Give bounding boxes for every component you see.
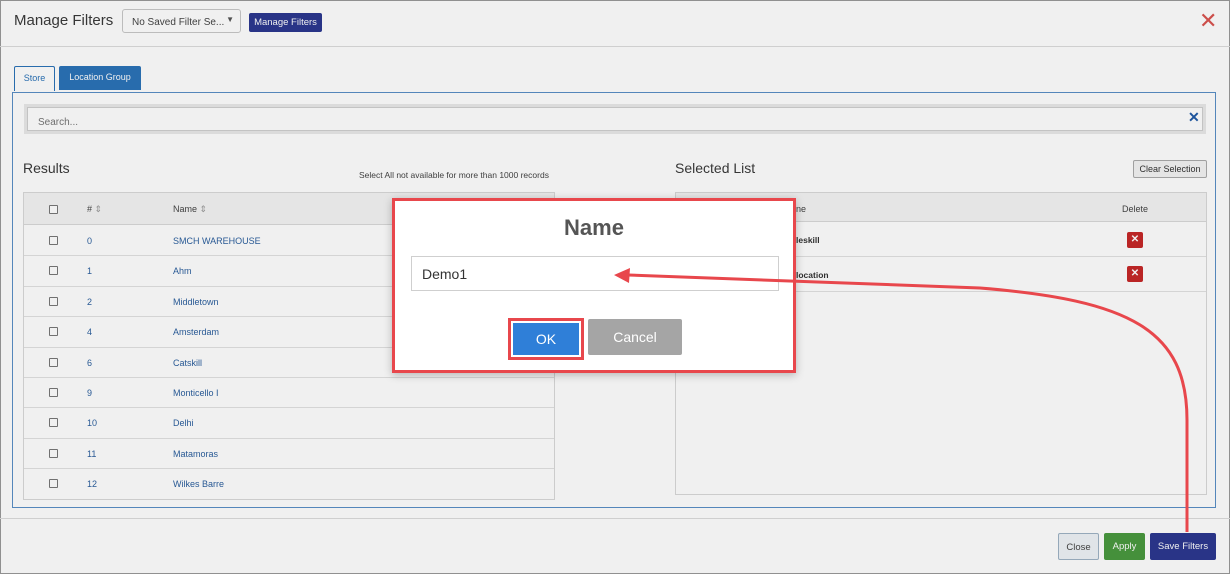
ok-button-label: OK (513, 323, 579, 355)
row-number: 4 (87, 327, 93, 338)
selected-list-title: Selected List (675, 160, 756, 176)
row-number: 12 (87, 479, 98, 490)
sort-icon: ⇕ (94, 204, 103, 214)
selected-row-name: location (796, 270, 829, 280)
row-name[interactable]: Monticello I (173, 388, 219, 398)
row-name[interactable]: SMCH WAREHOUSE (173, 236, 261, 246)
row-checkbox[interactable] (49, 357, 58, 367)
row-name[interactable]: Matamoras (173, 449, 218, 459)
select-all-checkbox[interactable] (49, 205, 58, 214)
table-row[interactable]: 11 Matamoras (24, 439, 554, 470)
column-header-number[interactable]: # ⇕ (87, 204, 102, 215)
apply-button[interactable]: Apply (1104, 533, 1145, 560)
row-name[interactable]: Middletown (173, 297, 219, 307)
header-divider (0, 46, 1230, 47)
footer-divider (0, 518, 1230, 519)
dialog-title: Name (564, 215, 624, 240)
close-button[interactable]: Close (1058, 533, 1099, 560)
saved-filter-select-value: No Saved Filter Se... (132, 17, 225, 28)
row-checkbox[interactable] (49, 388, 58, 397)
table-row[interactable]: 10 Delhi (24, 408, 554, 439)
results-title: Results (23, 160, 70, 176)
row-number: 2 (87, 296, 93, 307)
clear-search-icon[interactable]: ✕ (1188, 109, 1200, 126)
tab-location-group[interactable]: Location Group (59, 66, 141, 90)
filter-name-input[interactable] (411, 256, 779, 291)
row-number: 11 (87, 448, 97, 459)
selected-row-name: leskill (796, 235, 820, 245)
row-checkbox[interactable] (49, 448, 58, 458)
row-name[interactable]: Wilkes Barre (173, 479, 224, 489)
row-number: 10 (87, 418, 98, 429)
search-input[interactable] (27, 107, 1203, 131)
row-number: 9 (87, 388, 93, 398)
row-number: 1 (87, 266, 93, 277)
row-checkbox[interactable] (49, 266, 58, 276)
row-checkbox[interactable] (49, 479, 58, 489)
modal-title: Manage Filters (14, 12, 114, 29)
row-checkbox[interactable] (49, 236, 58, 245)
column-header-delete: Delete (1122, 204, 1149, 214)
row-name[interactable]: Delhi (173, 418, 194, 428)
search-bar (24, 104, 1206, 134)
column-header-name: ne (796, 204, 807, 214)
tab-store[interactable]: Store (14, 66, 55, 91)
clear-selection-button[interactable]: Clear Selection (1133, 160, 1207, 178)
close-icon[interactable]: ✕ (1199, 10, 1217, 32)
delete-icon[interactable]: ✕ (1127, 266, 1143, 282)
name-dialog: Name OK Cancel (392, 198, 796, 373)
manage-filters-button[interactable]: Manage Filters (249, 13, 322, 32)
delete-icon[interactable]: ✕ (1127, 232, 1143, 248)
row-name[interactable]: Catskill (173, 358, 202, 368)
row-checkbox[interactable] (49, 296, 58, 306)
column-header-name[interactable]: Name ⇕ (173, 204, 207, 215)
row-checkbox[interactable] (49, 418, 58, 428)
row-name[interactable]: Amsterdam (173, 327, 219, 337)
row-number: 0 (87, 236, 93, 246)
table-row[interactable]: 12 Wilkes Barre (24, 469, 554, 499)
cancel-button[interactable]: Cancel (588, 319, 682, 355)
row-name[interactable]: Ahm (173, 266, 192, 276)
row-checkbox[interactable] (49, 327, 58, 337)
saved-filter-select[interactable]: No Saved Filter Se... ▼ (122, 9, 241, 33)
chevron-down-icon: ▼ (226, 15, 234, 24)
select-all-note: Select All not available for more than 1… (359, 170, 549, 180)
sort-icon: ⇕ (199, 204, 208, 214)
table-row[interactable]: 9 Monticello I (24, 378, 554, 409)
ok-button[interactable]: OK (508, 318, 584, 360)
save-filters-button[interactable]: Save Filters (1150, 533, 1216, 560)
row-number: 6 (87, 357, 93, 368)
